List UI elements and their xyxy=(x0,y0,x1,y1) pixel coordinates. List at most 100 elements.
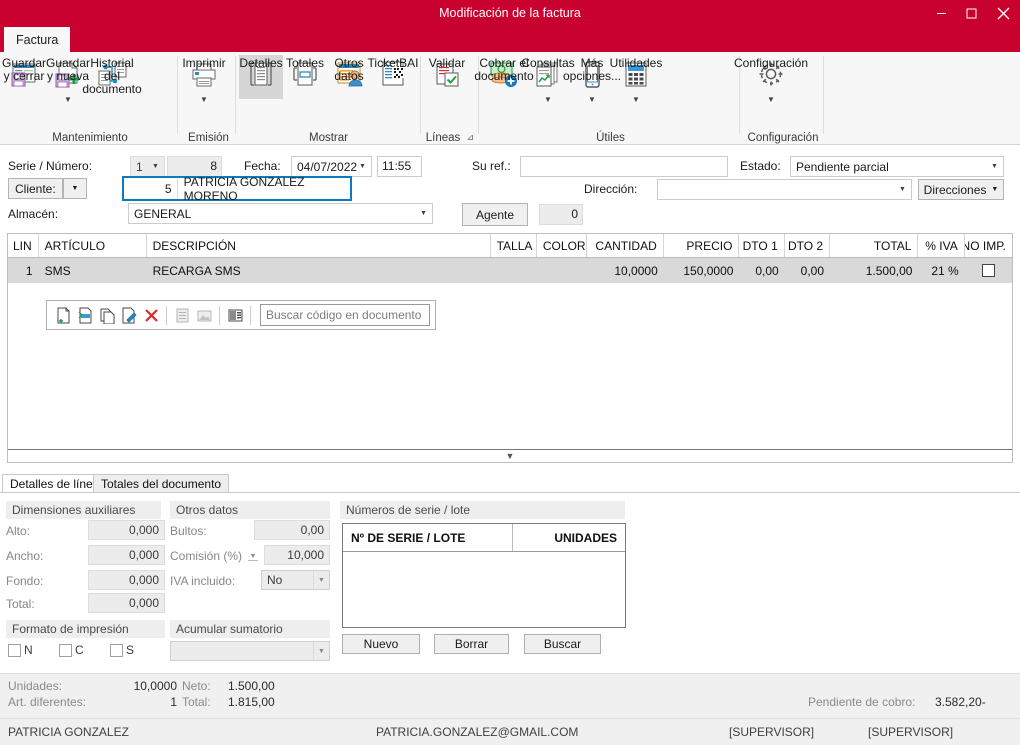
ribbon-label: Utilidades xyxy=(609,56,663,70)
ribbon-group-mantenimiento: Guardar y cerrar Guardar y nueva ▼ Histo… xyxy=(0,52,180,145)
grid-cell-descripcion[interactable]: RECARGA SMS xyxy=(147,258,491,283)
chevron-down-icon[interactable]: ▼ xyxy=(632,96,640,104)
cliente-dropdown-button[interactable]: ▼ xyxy=(63,178,87,199)
grid-header-lin[interactable]: LIN xyxy=(8,234,39,257)
serial-nuevo-button[interactable]: Nuevo xyxy=(342,634,420,654)
grid-header-noimp[interactable]: NO IMP. xyxy=(965,234,1012,257)
image-icon[interactable] xyxy=(193,304,215,326)
grid-cell-precio[interactable]: 150,0000 xyxy=(664,258,740,283)
grid-cell-iva[interactable]: 21 % xyxy=(918,258,964,283)
direcciones-button[interactable]: Direcciones ▼ xyxy=(918,179,1004,200)
art-diferentes-label: Art. diferentes: xyxy=(8,695,87,709)
grid-cell-noimp[interactable] xyxy=(965,258,1012,283)
acumular-select[interactable]: ▼ xyxy=(170,641,330,661)
chevron-down-icon[interactable]: ▼ xyxy=(588,96,596,104)
no-imp-checkbox[interactable] xyxy=(981,264,995,277)
grid-cell-color[interactable] xyxy=(537,258,587,283)
chevron-down-icon[interactable]: ▼ xyxy=(200,96,208,104)
alto-field[interactable]: 0,000 xyxy=(88,520,165,540)
grid-header-total[interactable]: TOTAL xyxy=(830,234,919,257)
ribbon-button-detalles[interactable]: Detalles xyxy=(239,55,283,99)
grid-header-articulo[interactable]: ARTÍCULO xyxy=(39,234,147,257)
su-ref-field[interactable] xyxy=(520,156,728,177)
serial-borrar-button[interactable]: Borrar xyxy=(434,634,509,654)
grid-cell-dto1[interactable]: 0,00 xyxy=(739,258,784,283)
bultos-field[interactable]: 0,00 xyxy=(254,520,330,540)
pendiente-cobro-value: 3.582,20- xyxy=(935,695,986,709)
chevron-down-icon[interactable]: ▼ xyxy=(767,96,775,104)
ribbon-button-cobrar-documento[interactable]: Cobrar el documento xyxy=(474,55,534,95)
cliente-field[interactable]: 5 PATRICIA GONZALEZ MORENO xyxy=(122,175,352,203)
cliente-button[interactable]: Cliente: xyxy=(8,178,63,199)
table-row[interactable]: 1 SMS RECARGA SMS 10,0000 150,0000 0,00 0,00 1.… xyxy=(8,258,1012,283)
almacen-select[interactable]: GENERAL ▼ xyxy=(128,203,433,224)
tab-factura[interactable]: Factura xyxy=(4,27,71,52)
direccion-select[interactable]: ▼ xyxy=(657,179,912,200)
chevron-down-icon: ▼ xyxy=(359,163,366,170)
fondo-field[interactable]: 0,000 xyxy=(88,570,165,590)
ribbon-button-guardar-y-cerrar[interactable]: Guardar y cerrar xyxy=(2,55,46,95)
comision-field[interactable]: 10,000 xyxy=(264,545,330,565)
text-note-icon[interactable] xyxy=(171,304,193,326)
ribbon-button-totales[interactable]: Totales xyxy=(283,55,327,95)
minimize-icon[interactable] xyxy=(926,0,956,27)
ribbon-button-ticketbai[interactable]: TicketBAI xyxy=(368,55,418,95)
su-ref-label: Su ref.: xyxy=(472,159,511,173)
status-bar: PATRICIA GONZALEZ PATRICIA.GONZALEZ@GMAI… xyxy=(0,718,1020,745)
ribbon-button-historial-documento[interactable]: Historial del documento xyxy=(82,55,141,96)
serial-buscar-button[interactable]: Buscar xyxy=(524,634,601,654)
grid-header-descripcion[interactable]: DESCRIPCIÓN xyxy=(147,234,491,257)
chevron-down-icon[interactable]: ▼ xyxy=(64,96,72,104)
new-line-icon[interactable] xyxy=(52,304,74,326)
grid-cell-cantidad[interactable]: 10,0000 xyxy=(587,258,664,283)
grid-cell-talla[interactable] xyxy=(491,258,537,283)
hora-field[interactable]: 11:55 xyxy=(377,156,422,177)
grid-header-iva[interactable]: % IVA xyxy=(918,234,965,257)
search-code-input[interactable]: Buscar código en documento xyxy=(260,304,430,326)
ribbon-button-configuracion[interactable]: Configuración ▼ xyxy=(734,55,808,104)
grid-header-cantidad[interactable]: CANTIDAD xyxy=(587,234,664,257)
ribbon-button-mas-opciones[interactable]: Más opciones... ▼ xyxy=(563,55,621,104)
ancho-field[interactable]: 0,000 xyxy=(88,545,165,565)
checkbox-formato-n[interactable]: N xyxy=(8,643,33,657)
dialog-launcher-icon[interactable]: ⊿ xyxy=(466,132,474,143)
total-field[interactable]: 0,000 xyxy=(88,593,165,613)
copy-line-icon[interactable] xyxy=(96,304,118,326)
grid-cell-articulo[interactable]: SMS xyxy=(39,258,147,283)
grid-cell-total[interactable]: 1.500,00 xyxy=(830,258,918,283)
comision-dropdown-icon[interactable]: ▼ xyxy=(248,553,258,561)
ribbon-button-otros-datos[interactable]: Otros datos xyxy=(327,55,371,95)
grid-header-dto2[interactable]: DTO 2 xyxy=(785,234,831,257)
iva-incluido-select[interactable]: No ▼ xyxy=(261,570,330,590)
agente-button[interactable]: Agente xyxy=(462,203,528,226)
serie-select[interactable]: 1 ▼ xyxy=(130,156,165,177)
ribbon-button-validar[interactable]: Validar xyxy=(425,55,469,95)
tab-totales-del-documento[interactable]: Totales del documento xyxy=(93,474,230,492)
grid-header-dto1[interactable]: DTO 1 xyxy=(739,234,785,257)
estado-select[interactable]: Pendiente parcial ▼ xyxy=(790,156,1004,177)
checkbox-formato-s[interactable]: S xyxy=(110,643,134,657)
tab-detalles-de-linea[interactable]: Detalles de línea xyxy=(2,474,108,492)
detail-tabs: Detalles de línea Totales del documento xyxy=(0,474,1020,492)
grid-header-precio[interactable]: PRECIO xyxy=(664,234,740,257)
ribbon-group-mostrar: Detalles Totales Otros datos TicketBAI M… xyxy=(237,52,420,145)
insert-line-icon[interactable] xyxy=(74,304,96,326)
document-icon[interactable] xyxy=(224,304,246,326)
edit-line-icon[interactable] xyxy=(118,304,140,326)
close-icon[interactable] xyxy=(986,0,1020,27)
ribbon-button-imprimir[interactable]: Imprimir ▼ xyxy=(182,55,226,104)
delete-line-icon[interactable] xyxy=(140,304,162,326)
grid-header-talla[interactable]: TALLA xyxy=(491,234,537,257)
grid-expand-toggle[interactable]: ▼ xyxy=(8,449,1012,462)
checkbox-formato-c[interactable]: C xyxy=(59,643,84,657)
maximize-icon[interactable] xyxy=(956,0,986,27)
fondo-label: Fondo: xyxy=(6,574,44,588)
chevron-down-icon: ▼ xyxy=(505,451,515,461)
grid-cell-dto2[interactable]: 0,00 xyxy=(785,258,830,283)
grid-cell-lin[interactable]: 1 xyxy=(8,258,39,283)
status-user: PATRICIA GONZALEZ xyxy=(8,725,129,739)
chevron-down-icon[interactable]: ▼ xyxy=(544,96,552,104)
grid-header-color[interactable]: COLOR xyxy=(537,234,588,257)
title-bar: Modificación de la factura xyxy=(0,0,1020,27)
agente-field[interactable]: 0 xyxy=(539,204,583,225)
